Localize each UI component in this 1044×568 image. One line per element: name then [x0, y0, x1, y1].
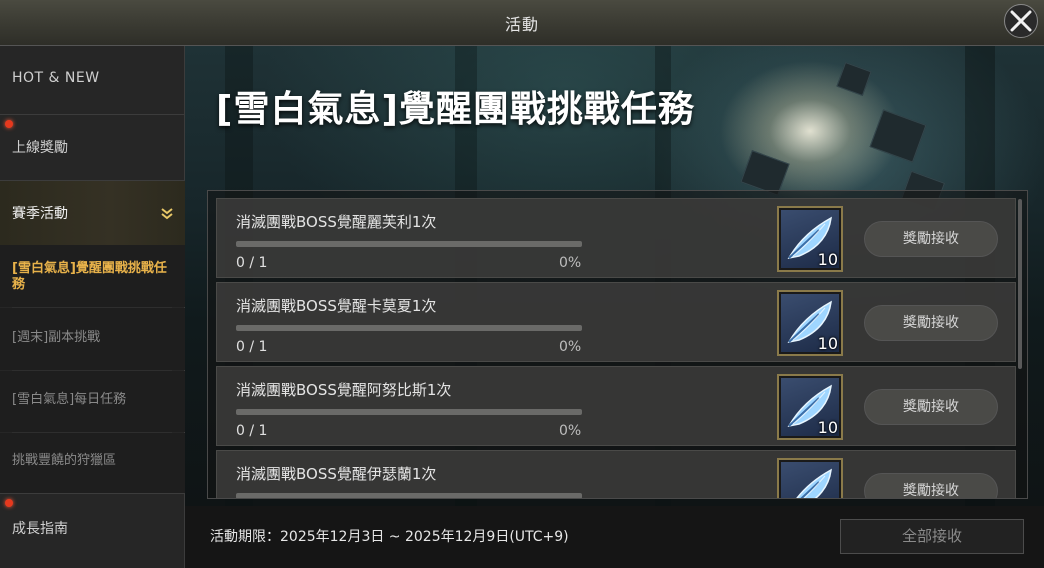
sub-item-weekend-dungeon[interactable]: [週末]副本挑戰 — [0, 308, 185, 370]
task-row: 消滅團戰BOSS覺醒麗芙利1次 0 / 1 0% 10 獎勵接收 — [216, 198, 1016, 278]
reward-item[interactable]: 10 — [777, 290, 843, 356]
claim-reward-button[interactable]: 獎勵接收 — [864, 305, 998, 341]
claim-reward-button[interactable]: 獎勵接收 — [864, 221, 998, 257]
window-title: 活動 — [504, 15, 539, 34]
sidebar-item-label: 上線獎勵 — [12, 140, 68, 156]
reward-item[interactable]: 10 — [777, 374, 843, 440]
reward-item[interactable]: 10 — [777, 206, 843, 272]
sub-item-hunting-zone[interactable]: 挑戰豐饒的狩獵區 — [0, 433, 185, 493]
task-name: 消滅團戰BOSS覺醒麗芙利1次 — [236, 213, 437, 231]
task-row: 消滅團戰BOSS覺醒伊瑟蘭1次 獎勵接收 — [216, 450, 1016, 498]
sidebar-item-label: HOT & NEW — [12, 70, 100, 86]
close-button[interactable] — [1004, 4, 1038, 38]
sub-item-label: [週末]副本挑戰 — [12, 330, 101, 345]
chevron-down-icon — [161, 208, 173, 220]
sidebar-item-season-event[interactable]: 賽季活動 — [0, 181, 185, 245]
reward-item[interactable] — [777, 458, 843, 498]
task-name: 消滅團戰BOSS覺醒伊瑟蘭1次 — [236, 465, 437, 483]
close-icon — [1010, 10, 1032, 32]
notification-dot — [5, 499, 13, 507]
progress-bar — [236, 325, 582, 331]
sidebar-item-label: 成長指南 — [12, 521, 68, 537]
reward-quantity: 10 — [817, 250, 838, 269]
task-name: 消滅團戰BOSS覺醒卡莫夏1次 — [236, 297, 437, 315]
claim-reward-button[interactable]: 獎勵接收 — [864, 473, 998, 498]
title-bar: 活動 — [0, 0, 1044, 46]
sub-item-snow-awaken-raid[interactable]: [雪白氣息]覺醒團戰挑戰任務 — [0, 245, 185, 307]
progress-percent: 0% — [559, 423, 582, 439]
sub-item-label: [雪白氣息]每日任務 — [12, 392, 127, 407]
notification-dot — [5, 120, 13, 128]
progress-bar — [236, 409, 582, 415]
progress-count: 0 / 1 — [236, 423, 268, 439]
sidebar-item-label: 賽季活動 — [12, 206, 68, 222]
progress-count: 0 / 1 — [236, 255, 268, 271]
progress-count: 0 / 1 — [236, 339, 268, 355]
event-period: 活動期限：2025年12月3日 ~ 2025年12月9日(UTC+9) — [210, 529, 569, 545]
scrollbar[interactable] — [1018, 199, 1022, 369]
reward-quantity: 10 — [817, 334, 838, 353]
sidebar-item-login-reward[interactable]: 上線獎勵 — [0, 115, 185, 181]
sidebar-item-growth-guide[interactable]: 成長指南 — [0, 493, 185, 568]
progress-bar — [236, 241, 582, 247]
blue-feather-icon — [796, 468, 832, 498]
sub-item-label: [雪白氣息]覺醒團戰挑戰任務 — [12, 261, 167, 292]
claim-reward-button[interactable]: 獎勵接收 — [864, 389, 998, 425]
sub-item-label: 挑戰豐饒的狩獵區 — [12, 453, 117, 468]
reward-quantity: 10 — [817, 418, 838, 437]
banner-rock — [740, 150, 790, 196]
sidebar-item-hot-new[interactable]: HOT & NEW — [0, 46, 185, 115]
task-name: 消滅團戰BOSS覺醒阿努比斯1次 — [236, 381, 452, 399]
task-row: 消滅團戰BOSS覺醒阿努比斯1次 0 / 1 0% 10 獎勵接收 — [216, 366, 1016, 446]
progress-percent: 0% — [559, 255, 582, 271]
task-list[interactable]: 消滅團戰BOSS覺醒麗芙利1次 0 / 1 0% 10 獎勵接收 消滅團戰BOS… — [207, 190, 1028, 499]
claim-all-button[interactable]: 全部接收 — [840, 519, 1024, 554]
sidebar: HOT & NEW 上線獎勵 賽季活動 [雪白氣息]覺醒團戰挑戰任務 [週末]副… — [0, 46, 185, 568]
banner-rock — [869, 109, 927, 163]
sub-item-snow-daily[interactable]: [雪白氣息]每日任務 — [0, 371, 185, 432]
task-row: 消滅團戰BOSS覺醒卡莫夏1次 0 / 1 0% 10 獎勵接收 — [216, 282, 1016, 362]
event-title: [雪白氣息]覺醒團戰挑戰任務 — [216, 89, 695, 130]
progress-bar — [236, 493, 582, 498]
banner-rock — [836, 61, 872, 97]
progress-percent: 0% — [559, 339, 582, 355]
main-panel: [雪白氣息]覺醒團戰挑戰任務 消滅團戰BOSS覺醒麗芙利1次 0 / 1 0% … — [185, 46, 1044, 568]
